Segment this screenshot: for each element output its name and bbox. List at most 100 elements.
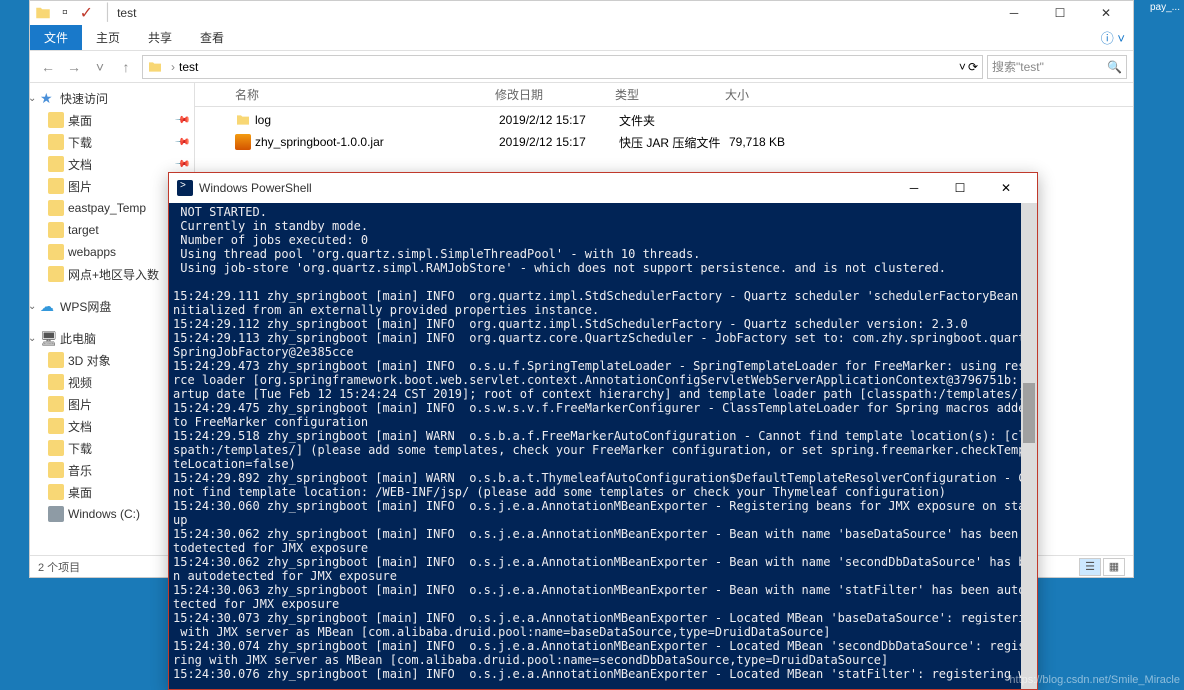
tab-share[interactable]: 共享 <box>134 25 186 50</box>
sidebar-label: eastpay_Temp <box>68 201 146 215</box>
file-name: log <box>255 113 499 127</box>
sidebar-label: 桌面 <box>68 484 92 501</box>
address-bar[interactable]: › test ˅ ⟳ <box>142 55 983 79</box>
column-headers[interactable]: 名称 修改日期 类型 大小 <box>195 83 1133 107</box>
folder-icon <box>48 266 64 282</box>
folder-icon <box>48 178 64 194</box>
drive-icon <box>48 506 64 522</box>
folder-icon <box>48 244 64 260</box>
qat-check-icon[interactable]: ✓ <box>80 3 93 23</box>
tab-home[interactable]: 主页 <box>82 25 134 50</box>
search-placeholder: 搜索"test" <box>992 58 1044 75</box>
window-title: test <box>117 6 991 20</box>
powershell-titlebar[interactable]: Windows PowerShell ─ ☐ ✕ <box>169 173 1037 203</box>
file-row[interactable]: log 2019/2/12 15:17 文件夹 <box>195 109 1133 131</box>
scroll-thumb[interactable] <box>1023 383 1035 443</box>
ps-maximize-button[interactable]: ☐ <box>937 173 983 203</box>
crumb-separator-icon: › <box>171 60 175 74</box>
sidebar-label: 图片 <box>68 178 92 195</box>
search-icon: 🔍 <box>1107 60 1122 74</box>
folder-icon <box>48 440 64 456</box>
sidebar-label: Windows (C:) <box>68 507 140 521</box>
refresh-icon[interactable]: ⟳ <box>968 60 978 74</box>
col-size[interactable]: 大小 <box>725 86 805 103</box>
folder-icon <box>48 374 64 390</box>
sidebar-label: 文档 <box>68 156 92 173</box>
powershell-window: Windows PowerShell ─ ☐ ✕ NOT STARTED. Cu… <box>168 172 1038 690</box>
close-button[interactable]: ✕ <box>1083 1 1129 25</box>
breadcrumb-folder[interactable]: test <box>179 60 198 74</box>
sidebar-label: 图片 <box>68 396 92 413</box>
sidebar-label: WPS网盘 <box>60 298 111 315</box>
star-icon: ★ <box>40 90 56 106</box>
desktop-icons <box>0 0 30 690</box>
sidebar-label: 下载 <box>68 134 92 151</box>
folder-icon <box>34 4 52 22</box>
view-icons-button[interactable]: ▦ <box>1103 558 1125 576</box>
sidebar-label: 文档 <box>68 418 92 435</box>
folder-icon <box>235 112 251 128</box>
col-type[interactable]: 类型 <box>615 86 725 103</box>
folder-icon <box>48 200 64 216</box>
sidebar-label: 网点+地区导入数 <box>68 266 159 283</box>
nav-forward-button[interactable]: → <box>62 55 86 79</box>
sidebar-item-desktop[interactable]: 桌面 📌 <box>30 109 194 131</box>
folder-icon <box>147 59 163 75</box>
sidebar-label: 下载 <box>68 440 92 457</box>
search-input[interactable]: 搜索"test" 🔍 <box>987 55 1127 79</box>
jar-icon <box>235 134 251 150</box>
addressbar-dropdown-icon[interactable]: ˅ <box>959 60 966 74</box>
sidebar-label: 桌面 <box>68 112 92 129</box>
qat-divider: │ <box>103 4 113 22</box>
pin-icon: 📌 <box>173 112 190 129</box>
file-date: 2019/2/12 15:17 <box>499 135 619 149</box>
folder-icon <box>48 484 64 500</box>
file-row[interactable]: zhy_springboot-1.0.0.jar 2019/2/12 15:17… <box>195 131 1133 153</box>
folder-icon <box>48 134 64 150</box>
file-type: 文件夹 <box>619 112 729 129</box>
sidebar-label: webapps <box>68 245 116 259</box>
tab-view[interactable]: 查看 <box>186 25 238 50</box>
maximize-button[interactable]: ☐ <box>1037 1 1083 25</box>
nav-back-button[interactable]: ← <box>36 55 60 79</box>
powershell-console[interactable]: NOT STARTED. Currently in standby mode. … <box>169 203 1037 689</box>
folder-icon <box>48 396 64 412</box>
col-name[interactable]: 名称 <box>235 86 495 103</box>
sidebar-label: 视频 <box>68 374 92 391</box>
sidebar-label: target <box>68 223 99 237</box>
scrollbar[interactable] <box>1021 203 1037 689</box>
nav-up-button[interactable]: ↑ <box>114 55 138 79</box>
watermark: https://blog.csdn.net/Smile_Miracle <box>1009 674 1180 686</box>
sidebar-label: 快速访问 <box>60 90 108 107</box>
sidebar-label: 此电脑 <box>60 330 96 347</box>
ps-minimize-button[interactable]: ─ <box>891 173 937 203</box>
powershell-icon <box>177 180 193 196</box>
nav-recent-button[interactable]: ˅ <box>88 55 112 79</box>
qat-save-icon[interactable]: ▫ <box>62 4 68 22</box>
pin-icon: 📌 <box>173 134 190 151</box>
file-name: zhy_springboot-1.0.0.jar <box>255 135 499 149</box>
tab-file[interactable]: 文件 <box>30 25 82 50</box>
sidebar-quick-access[interactable]: ★ 快速访问 <box>30 87 194 109</box>
file-size: 79,718 KB <box>729 135 809 149</box>
folder-icon <box>48 352 64 368</box>
ps-close-button[interactable]: ✕ <box>983 173 1029 203</box>
folder-icon <box>48 156 64 172</box>
minimize-button[interactable]: ─ <box>991 1 1037 25</box>
folder-icon <box>48 112 64 128</box>
sidebar-label: 音乐 <box>68 462 92 479</box>
desktop-icon-label: pay_... <box>1150 2 1180 13</box>
folder-icon <box>48 462 64 478</box>
explorer-titlebar[interactable]: ▫ ✓ │ test ─ ☐ ✕ <box>30 1 1133 25</box>
ribbon-tabs: 文件 主页 共享 查看 ⓘ ˅ <box>30 25 1133 51</box>
ribbon-help-icon[interactable]: ⓘ ˅ <box>1101 28 1133 47</box>
col-date[interactable]: 修改日期 <box>495 86 615 103</box>
view-details-button[interactable]: ☰ <box>1079 558 1101 576</box>
file-type: 快压 JAR 压缩文件 <box>619 134 729 151</box>
folder-icon <box>48 222 64 238</box>
folder-icon <box>48 418 64 434</box>
sidebar-label: 3D 对象 <box>68 352 111 369</box>
file-date: 2019/2/12 15:17 <box>499 113 619 127</box>
cloud-icon: ☁ <box>40 298 56 314</box>
sidebar-item-downloads[interactable]: 下载 📌 <box>30 131 194 153</box>
